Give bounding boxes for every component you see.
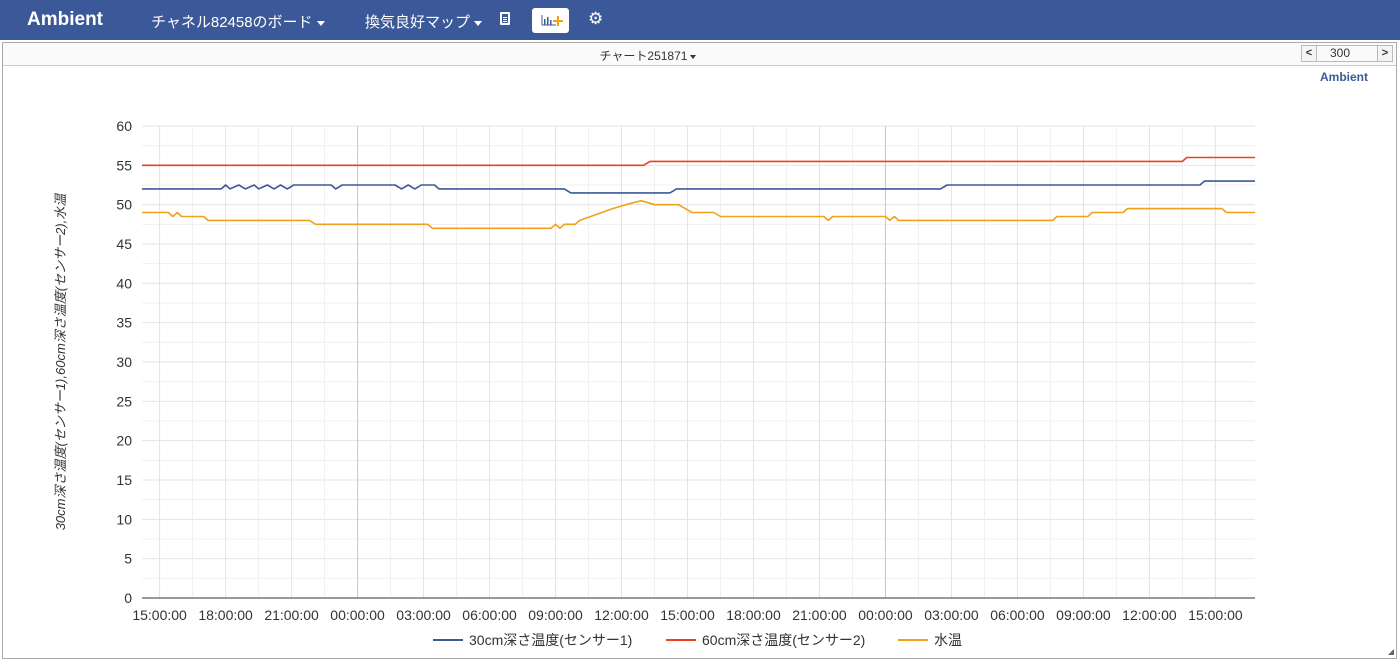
x-tick-label: 09:00:00	[1056, 607, 1111, 623]
y-tick-label: 10	[116, 511, 132, 527]
board-menu[interactable]: チャネル82458のボード	[151, 11, 325, 32]
y-tick-label: 25	[116, 393, 132, 409]
x-tick-label: 15:00:00	[660, 607, 715, 623]
series-line-1	[142, 180, 1255, 194]
x-tick-label: 21:00:00	[792, 607, 847, 623]
resize-handle-icon[interactable]: ◢	[1388, 647, 1394, 656]
x-tick-label: 06:00:00	[990, 607, 1045, 623]
document-icon[interactable]	[500, 12, 510, 25]
gear-icon[interactable]: ⚙	[588, 9, 603, 29]
y-tick-label: 50	[116, 197, 132, 213]
series-line-2	[142, 156, 1255, 167]
x-tick-label: 18:00:00	[726, 607, 781, 623]
y-tick-label: 35	[116, 315, 132, 331]
line-chart: 0 5 10 15 20 25 30 35 40 45 50 55 60 15:00:00 18:00:00…	[53, 118, 1255, 648]
map-menu[interactable]: 換気良好マップ	[365, 11, 483, 32]
x-tick-label: 09:00:00	[528, 607, 583, 623]
y-tick-label: 5	[124, 551, 132, 567]
y-tick-label: 30	[116, 354, 132, 370]
x-tick-label: 03:00:00	[396, 607, 451, 623]
x-tick-label: 06:00:00	[462, 607, 517, 623]
chevron-down-icon	[474, 20, 483, 26]
map-menu-label: 換気良好マップ	[365, 14, 471, 31]
brand-logo[interactable]: Ambient	[27, 9, 103, 31]
x-tick-label: 00:00:00	[858, 607, 913, 623]
add-chart-icon	[541, 15, 563, 26]
y-tick-label: 20	[116, 433, 132, 449]
y-tick-label: 40	[116, 275, 132, 291]
x-tick-label: 00:00:00	[330, 607, 385, 623]
y-tick-label: 15	[116, 472, 132, 488]
x-tick-label: 15:00:00	[1188, 607, 1243, 623]
y-tick-label: 55	[116, 157, 132, 173]
y-tick-label: 0	[124, 590, 132, 606]
x-tick-label: 18:00:00	[198, 607, 253, 623]
x-tick-label: 12:00:00	[1122, 607, 1177, 623]
y-tick-label: 60	[116, 118, 132, 134]
chart-panel: チャート251871 < 300 > Ambient 0 5 10 15 20 25 30 3…	[2, 42, 1397, 659]
board-menu-label: チャネル82458のボード	[151, 14, 313, 31]
legend-label-1: 30cm深さ温度(センサー1)	[469, 632, 632, 648]
y-tick-label: 45	[116, 236, 132, 252]
x-tick-label: 21:00:00	[264, 607, 319, 623]
top-navbar: Ambient チャネル82458のボード 換気良好マップ ⚙	[0, 0, 1400, 40]
x-tick-label: 15:00:00	[132, 607, 187, 623]
legend-label-2: 60cm深さ温度(センサー2)	[702, 632, 865, 648]
legend-label-3: 水温	[934, 632, 962, 648]
chevron-down-icon	[316, 20, 325, 26]
add-chart-button[interactable]	[532, 8, 569, 33]
x-tick-label: 03:00:00	[924, 607, 979, 623]
y-axis-title: 30cm深さ温度(センサー1),60cm深さ温度(センサー2),水温	[53, 193, 68, 531]
x-tick-label: 12:00:00	[594, 607, 649, 623]
